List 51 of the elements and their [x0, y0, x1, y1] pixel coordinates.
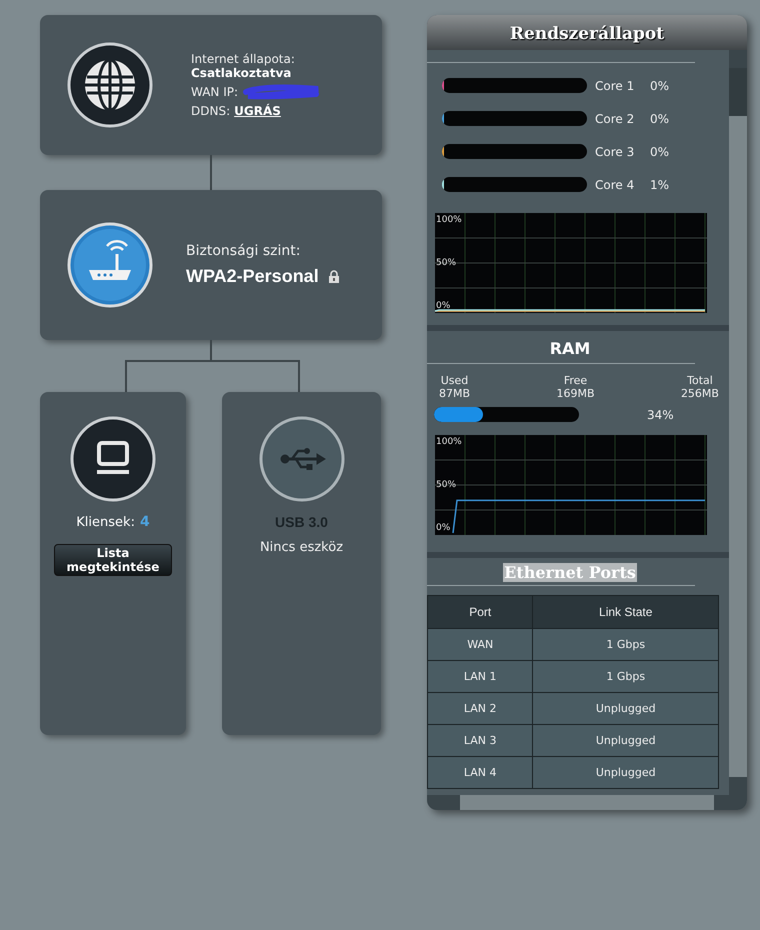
- column-header: Port: [428, 596, 533, 628]
- usb-icon: [258, 416, 344, 502]
- clients-label: Kliensek:: [76, 515, 135, 530]
- panel-title: Rendszerállapot: [427, 15, 747, 50]
- table-cell: Unplugged: [532, 724, 718, 756]
- security-level-label: Biztonsági szint:: [186, 243, 302, 259]
- ddns-link[interactable]: UGRÁS: [234, 104, 281, 118]
- core-label: Core 2: [595, 112, 636, 126]
- column-header: Link State: [532, 596, 718, 628]
- core-reading: 1%: [650, 178, 670, 192]
- monitor-icon: [70, 416, 156, 502]
- stat-value: 169MB: [556, 387, 595, 400]
- stat-value: 87MB: [439, 387, 470, 400]
- view-list-button[interactable]: Lista megtekintése: [54, 544, 172, 576]
- ram-reading: 34%: [647, 408, 674, 422]
- table-cell: Unplugged: [532, 756, 718, 788]
- wan-ip-label: WAN IP:: [191, 85, 238, 99]
- core-label: Core 1: [595, 78, 636, 92]
- table-cell: WAN: [428, 628, 533, 660]
- stat-label: Used: [440, 374, 470, 387]
- table-cell: LAN 2: [428, 692, 533, 724]
- core-reading: 0%: [650, 144, 670, 158]
- axis-label: 100%: [436, 437, 462, 447]
- table-cell: 1 Gbps: [532, 628, 718, 660]
- section-title: Ethernet Ports: [503, 563, 637, 582]
- clients-count: 4: [140, 514, 150, 530]
- section-title: RAM: [548, 338, 592, 360]
- usb-status: Nincs eszköz: [260, 540, 344, 555]
- security-level-value: WPA2-Personal: [186, 266, 319, 287]
- stat-label: Free: [562, 374, 588, 387]
- core-reading: 0%: [650, 78, 670, 92]
- axis-label: 50%: [436, 480, 456, 490]
- axis-label: 0%: [436, 301, 450, 311]
- axis-label: 100%: [436, 215, 462, 225]
- internet-status-value: Csatlakoztatva: [191, 66, 292, 80]
- table-cell: LAN 3: [428, 724, 533, 756]
- core-reading: 0%: [650, 112, 670, 126]
- table-cell: LAN 4: [428, 756, 533, 788]
- router-icon: [67, 222, 153, 308]
- core-label: Core 3: [595, 144, 636, 158]
- table-cell: LAN 1: [428, 660, 533, 692]
- axis-label: 50%: [436, 258, 456, 268]
- axis-label: 0%: [436, 523, 450, 533]
- stat-label: Total: [686, 374, 714, 387]
- ddns-label: DDNS:: [191, 104, 230, 118]
- core-label: Core 4: [595, 178, 636, 192]
- internet-status-label: Internet állapota:: [191, 52, 296, 66]
- table-cell: Unplugged: [532, 692, 718, 724]
- stat-value: 256MB: [680, 387, 719, 400]
- globe-icon: [67, 42, 153, 128]
- table-cell: 1 Gbps: [532, 660, 718, 692]
